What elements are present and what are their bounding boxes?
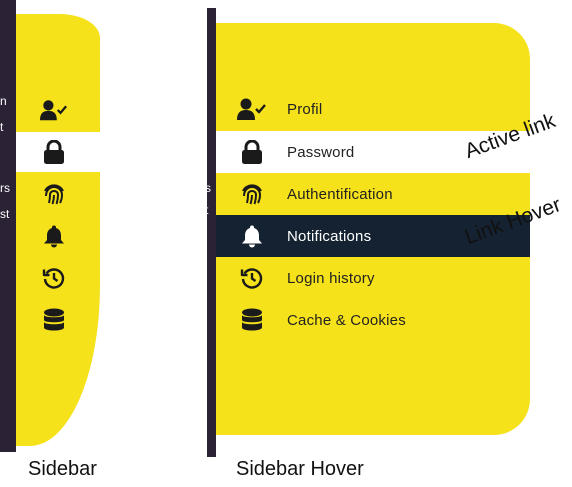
- menu-item-label: Cache & Cookies: [287, 311, 406, 329]
- database-icon: [236, 308, 268, 332]
- peek-text: t: [205, 203, 209, 217]
- menu-item-label: Login history: [287, 269, 375, 287]
- menu-item-login-history[interactable]: Login history: [216, 257, 530, 299]
- database-icon[interactable]: [40, 308, 68, 332]
- bell-icon[interactable]: [40, 224, 68, 248]
- menu-item-cache-cookies[interactable]: Cache & Cookies: [216, 299, 530, 341]
- lock-icon[interactable]: [40, 140, 68, 164]
- bell-icon: [236, 224, 268, 248]
- menu-item-authentification[interactable]: Authentification: [216, 173, 530, 215]
- menu-item-label: Profil: [287, 100, 323, 118]
- peek-text: s: [205, 181, 211, 195]
- caption-sidebar: Sidebar: [28, 458, 97, 480]
- caption-sidebar-hover: Sidebar Hover: [236, 458, 364, 480]
- user-check-icon: [236, 97, 268, 121]
- sidebar-collapsed: [16, 14, 100, 446]
- left-dark-strip: [0, 0, 16, 452]
- menu-item-profil[interactable]: Profil: [216, 88, 530, 130]
- fingerprint-icon: [236, 182, 268, 206]
- history-icon: [236, 266, 268, 290]
- menu-item-label: Notifications: [287, 227, 372, 245]
- user-check-icon[interactable]: [40, 98, 68, 122]
- fingerprint-icon[interactable]: [40, 182, 68, 206]
- peek-text: t: [0, 120, 4, 134]
- right-dark-strip: [207, 8, 216, 457]
- menu-item-label: Authentification: [287, 185, 393, 203]
- peek-text: rs: [0, 181, 10, 195]
- menu-item-label: Password: [287, 143, 355, 161]
- peek-text: n: [0, 94, 7, 108]
- peek-text: st: [0, 207, 10, 221]
- history-icon[interactable]: [40, 266, 68, 290]
- lock-icon: [236, 140, 268, 164]
